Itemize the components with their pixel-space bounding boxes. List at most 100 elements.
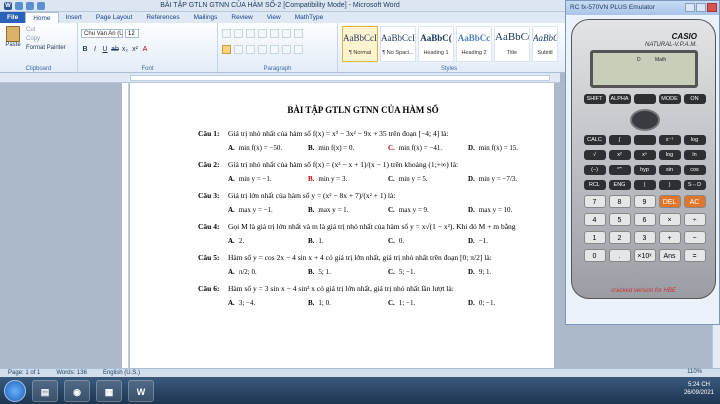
calc-key[interactable]: ∫ bbox=[608, 135, 631, 145]
calc-key[interactable]: sin bbox=[658, 165, 681, 175]
zoom-level[interactable]: 110% bbox=[679, 369, 710, 375]
close-button[interactable] bbox=[707, 3, 717, 12]
taskbar-calculator-icon[interactable]: ▦ bbox=[96, 379, 122, 402]
tab-mathtype[interactable]: MathType bbox=[288, 12, 331, 23]
calc-key[interactable]: xⁿ bbox=[633, 150, 656, 160]
calc-key[interactable]: ON bbox=[683, 94, 706, 104]
paste-button[interactable]: Paste bbox=[4, 26, 22, 56]
font-size-select[interactable]: 12 bbox=[125, 29, 139, 38]
calc-key[interactable]: ALPHA bbox=[608, 94, 631, 104]
calc-key[interactable]: CALC bbox=[583, 135, 606, 145]
superscript-button[interactable]: x² bbox=[131, 45, 139, 54]
align-center-icon[interactable] bbox=[234, 45, 243, 54]
tab-insert[interactable]: Insert bbox=[59, 12, 89, 23]
format-painter-button[interactable]: Format Painter bbox=[26, 44, 66, 53]
cut-button[interactable]: Cut bbox=[26, 26, 66, 35]
calc-key[interactable]: DEL bbox=[658, 195, 681, 208]
taskbar-browser-icon[interactable]: ◉ bbox=[64, 379, 90, 402]
calc-key[interactable]: 7 bbox=[583, 195, 606, 208]
tab-mailings[interactable]: Mailings bbox=[187, 12, 225, 23]
style-subtitle[interactable]: AaBbCcISubtitl bbox=[532, 26, 558, 62]
bold-button[interactable]: B bbox=[81, 45, 89, 54]
calc-key[interactable]: 8 bbox=[608, 195, 631, 208]
calc-key[interactable]: x² bbox=[608, 150, 631, 160]
calc-key[interactable]: S⇔D bbox=[683, 180, 706, 190]
tab-page-layout[interactable]: Page Layout bbox=[89, 12, 140, 23]
calc-key[interactable]: ( bbox=[633, 180, 656, 190]
start-button[interactable] bbox=[4, 379, 26, 402]
calc-key[interactable]: ÷ bbox=[683, 213, 706, 226]
align-right-icon[interactable] bbox=[246, 45, 255, 54]
numbering-icon[interactable] bbox=[234, 29, 243, 38]
italic-button[interactable]: I bbox=[91, 45, 99, 54]
system-clock[interactable]: 5:24 CH 26/09/2021 bbox=[684, 381, 714, 397]
replay-pad[interactable] bbox=[629, 109, 660, 131]
calc-key[interactable]: SHIFT bbox=[583, 94, 606, 104]
tab-references[interactable]: References bbox=[139, 12, 186, 23]
calc-key[interactable]: 6 bbox=[633, 213, 656, 226]
borders-icon[interactable] bbox=[294, 45, 303, 54]
calc-key[interactable]: √ bbox=[583, 150, 606, 160]
underline-button[interactable]: U bbox=[101, 45, 109, 54]
sort-icon[interactable] bbox=[282, 29, 291, 38]
calc-key[interactable]: ×10ˣ bbox=[633, 249, 656, 262]
style-title[interactable]: AaBbC(Title bbox=[494, 26, 530, 62]
minimize-button[interactable] bbox=[685, 3, 695, 12]
font-name-select[interactable]: Chu Van An (Ur bbox=[81, 29, 123, 38]
taskbar-explorer-icon[interactable]: ▤ bbox=[32, 379, 58, 402]
calc-key[interactable]: ln bbox=[683, 150, 706, 160]
taskbar-word-icon[interactable]: W bbox=[128, 379, 154, 402]
calc-key[interactable]: 3 bbox=[633, 231, 656, 244]
calc-key[interactable]: 5 bbox=[608, 213, 631, 226]
calc-key[interactable]: ENG bbox=[608, 180, 631, 190]
document-page[interactable]: BÀI TẬP GTLN GTNN CỦA HÀM SỐ Câu 1: Giá t… bbox=[130, 83, 554, 368]
page-count[interactable]: Page: 1 of 1 bbox=[0, 370, 48, 376]
language-indicator[interactable]: English (U.S.) bbox=[95, 370, 148, 376]
calc-key[interactable]: Ans bbox=[658, 249, 681, 262]
calc-key[interactable]: 4 bbox=[583, 213, 606, 226]
show-marks-icon[interactable] bbox=[294, 29, 303, 38]
calc-key[interactable]: hyp bbox=[633, 165, 656, 175]
increase-indent-icon[interactable] bbox=[270, 29, 279, 38]
calc-key[interactable]: + bbox=[658, 231, 681, 244]
calc-key[interactable]: 9 bbox=[633, 195, 656, 208]
strikethrough-button[interactable]: ab bbox=[111, 45, 119, 54]
tab-review[interactable]: Review bbox=[224, 12, 259, 23]
calc-key[interactable]: MODE bbox=[658, 94, 681, 104]
calc-key[interactable]: ) bbox=[658, 180, 681, 190]
word-count[interactable]: Words: 136 bbox=[48, 370, 95, 376]
align-left-icon[interactable] bbox=[222, 45, 231, 54]
line-spacing-icon[interactable] bbox=[270, 45, 279, 54]
multilevel-list-icon[interactable] bbox=[246, 29, 255, 38]
calculator-window[interactable]: RC fx-570VN PLUS Emulator CASIO NATURAL-… bbox=[565, 0, 720, 325]
maximize-button[interactable] bbox=[696, 3, 706, 12]
calc-key[interactable]: − bbox=[683, 231, 706, 244]
tab-file[interactable]: File bbox=[0, 12, 26, 23]
subscript-button[interactable]: x₂ bbox=[121, 45, 129, 54]
style-no-spacing[interactable]: AaBbCcI ¶ No Spaci... bbox=[380, 26, 416, 62]
style-heading-2[interactable]: AaBbCc Heading 2 bbox=[456, 26, 492, 62]
calc-key[interactable]: 0 bbox=[583, 249, 606, 262]
bullets-icon[interactable] bbox=[222, 29, 231, 38]
vertical-ruler[interactable] bbox=[122, 83, 129, 368]
style-heading-1[interactable]: AaBbC(Heading 1 bbox=[418, 26, 454, 62]
calc-key[interactable]: × bbox=[658, 213, 681, 226]
tab-view[interactable]: View bbox=[260, 12, 288, 23]
calc-key[interactable]: AC bbox=[683, 195, 706, 208]
shading-icon[interactable] bbox=[282, 45, 291, 54]
calc-key[interactable]: (−) bbox=[583, 165, 606, 175]
calc-key[interactable]: 1 bbox=[583, 231, 606, 244]
calc-key[interactable]: RCL bbox=[583, 180, 606, 190]
calc-key[interactable]: cos bbox=[683, 165, 706, 175]
calc-key[interactable]: 2 bbox=[608, 231, 631, 244]
calc-key[interactable]: = bbox=[683, 249, 706, 262]
calc-key[interactable]: °'" bbox=[608, 165, 631, 175]
calc-key[interactable]: . bbox=[608, 249, 631, 262]
tab-home[interactable]: Home bbox=[25, 12, 59, 23]
calc-key[interactable]: log bbox=[658, 150, 681, 160]
copy-button[interactable]: Copy bbox=[26, 35, 66, 44]
style-normal[interactable]: AaBbCcI ¶ Normal bbox=[342, 26, 378, 62]
justify-icon[interactable] bbox=[258, 45, 267, 54]
decrease-indent-icon[interactable] bbox=[258, 29, 267, 38]
calc-key[interactable] bbox=[633, 135, 656, 145]
